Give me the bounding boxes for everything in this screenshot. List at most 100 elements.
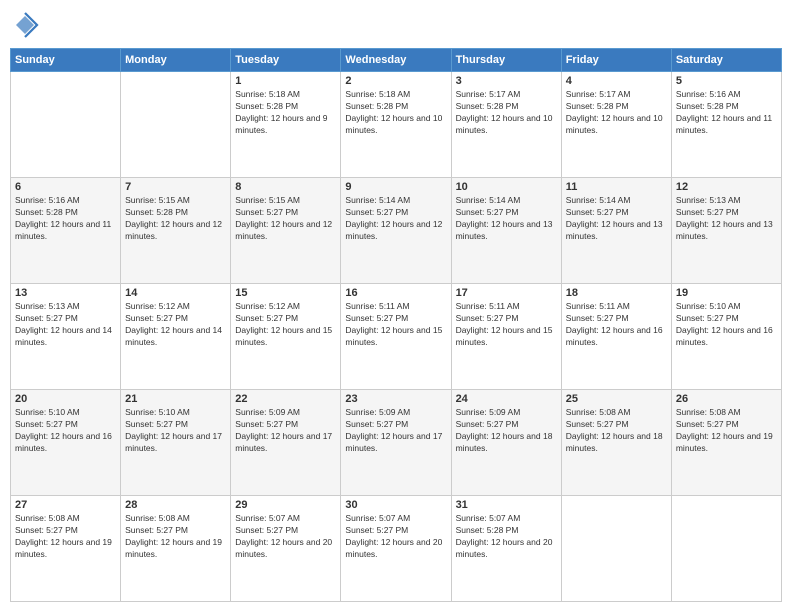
day-info: Sunrise: 5:11 AM Sunset: 5:27 PM Dayligh… [566, 301, 667, 349]
day-info: Sunrise: 5:07 AM Sunset: 5:28 PM Dayligh… [456, 513, 557, 561]
sunset-text: Sunset: 5:27 PM [125, 313, 226, 325]
day-info: Sunrise: 5:10 AM Sunset: 5:27 PM Dayligh… [676, 301, 777, 349]
calendar-cell: 8 Sunrise: 5:15 AM Sunset: 5:27 PM Dayli… [231, 178, 341, 284]
daylight-text: Daylight: 12 hours and 17 minutes. [345, 431, 446, 455]
day-number: 9 [345, 181, 446, 193]
calendar-cell: 20 Sunrise: 5:10 AM Sunset: 5:27 PM Dayl… [11, 390, 121, 496]
sunset-text: Sunset: 5:28 PM [15, 207, 116, 219]
daylight-text: Daylight: 12 hours and 17 minutes. [125, 431, 226, 455]
sunrise-text: Sunrise: 5:18 AM [235, 89, 336, 101]
daylight-text: Daylight: 12 hours and 15 minutes. [456, 325, 557, 349]
daylight-text: Daylight: 12 hours and 12 minutes. [125, 219, 226, 243]
day-number: 22 [235, 393, 336, 405]
daylight-text: Daylight: 12 hours and 13 minutes. [676, 219, 777, 243]
day-number: 19 [676, 287, 777, 299]
sunrise-text: Sunrise: 5:13 AM [15, 301, 116, 313]
day-number: 2 [345, 75, 446, 87]
day-number: 13 [15, 287, 116, 299]
daylight-text: Daylight: 12 hours and 10 minutes. [345, 113, 446, 137]
day-info: Sunrise: 5:08 AM Sunset: 5:27 PM Dayligh… [15, 513, 116, 561]
calendar-cell: 2 Sunrise: 5:18 AM Sunset: 5:28 PM Dayli… [341, 72, 451, 178]
sunrise-text: Sunrise: 5:10 AM [676, 301, 777, 313]
day-number: 15 [235, 287, 336, 299]
day-info: Sunrise: 5:09 AM Sunset: 5:27 PM Dayligh… [345, 407, 446, 455]
calendar-cell: 14 Sunrise: 5:12 AM Sunset: 5:27 PM Dayl… [121, 284, 231, 390]
day-info: Sunrise: 5:10 AM Sunset: 5:27 PM Dayligh… [125, 407, 226, 455]
sunset-text: Sunset: 5:28 PM [235, 101, 336, 113]
sunrise-text: Sunrise: 5:08 AM [125, 513, 226, 525]
day-info: Sunrise: 5:12 AM Sunset: 5:27 PM Dayligh… [125, 301, 226, 349]
day-number: 4 [566, 75, 667, 87]
day-number: 30 [345, 499, 446, 511]
day-info: Sunrise: 5:09 AM Sunset: 5:27 PM Dayligh… [456, 407, 557, 455]
sunrise-text: Sunrise: 5:15 AM [125, 195, 226, 207]
day-number: 24 [456, 393, 557, 405]
weekday-friday: Friday [561, 49, 671, 72]
sunrise-text: Sunrise: 5:17 AM [456, 89, 557, 101]
day-number: 14 [125, 287, 226, 299]
sunset-text: Sunset: 5:28 PM [566, 101, 667, 113]
sunrise-text: Sunrise: 5:12 AM [235, 301, 336, 313]
calendar-cell [11, 72, 121, 178]
daylight-text: Daylight: 12 hours and 20 minutes. [235, 537, 336, 561]
day-number: 1 [235, 75, 336, 87]
day-info: Sunrise: 5:15 AM Sunset: 5:28 PM Dayligh… [125, 195, 226, 243]
daylight-text: Daylight: 12 hours and 10 minutes. [566, 113, 667, 137]
weekday-sunday: Sunday [11, 49, 121, 72]
day-info: Sunrise: 5:18 AM Sunset: 5:28 PM Dayligh… [345, 89, 446, 137]
weekday-thursday: Thursday [451, 49, 561, 72]
weekday-header-row: SundayMondayTuesdayWednesdayThursdayFrid… [11, 49, 782, 72]
day-number: 21 [125, 393, 226, 405]
sunrise-text: Sunrise: 5:08 AM [566, 407, 667, 419]
day-number: 28 [125, 499, 226, 511]
weekday-saturday: Saturday [671, 49, 781, 72]
weekday-monday: Monday [121, 49, 231, 72]
sunrise-text: Sunrise: 5:11 AM [345, 301, 446, 313]
week-row-3: 13 Sunrise: 5:13 AM Sunset: 5:27 PM Dayl… [11, 284, 782, 390]
daylight-text: Daylight: 12 hours and 19 minutes. [15, 537, 116, 561]
sunset-text: Sunset: 5:28 PM [125, 207, 226, 219]
calendar-cell: 21 Sunrise: 5:10 AM Sunset: 5:27 PM Dayl… [121, 390, 231, 496]
daylight-text: Daylight: 12 hours and 19 minutes. [676, 431, 777, 455]
day-info: Sunrise: 5:17 AM Sunset: 5:28 PM Dayligh… [566, 89, 667, 137]
sunrise-text: Sunrise: 5:07 AM [456, 513, 557, 525]
calendar-cell: 28 Sunrise: 5:08 AM Sunset: 5:27 PM Dayl… [121, 496, 231, 602]
daylight-text: Daylight: 12 hours and 13 minutes. [456, 219, 557, 243]
calendar-cell: 15 Sunrise: 5:12 AM Sunset: 5:27 PM Dayl… [231, 284, 341, 390]
sunrise-text: Sunrise: 5:12 AM [125, 301, 226, 313]
sunrise-text: Sunrise: 5:14 AM [456, 195, 557, 207]
week-row-5: 27 Sunrise: 5:08 AM Sunset: 5:27 PM Dayl… [11, 496, 782, 602]
day-info: Sunrise: 5:13 AM Sunset: 5:27 PM Dayligh… [676, 195, 777, 243]
sunset-text: Sunset: 5:27 PM [235, 207, 336, 219]
day-info: Sunrise: 5:10 AM Sunset: 5:27 PM Dayligh… [15, 407, 116, 455]
calendar-cell: 18 Sunrise: 5:11 AM Sunset: 5:27 PM Dayl… [561, 284, 671, 390]
day-number: 3 [456, 75, 557, 87]
calendar-cell: 26 Sunrise: 5:08 AM Sunset: 5:27 PM Dayl… [671, 390, 781, 496]
sunrise-text: Sunrise: 5:10 AM [15, 407, 116, 419]
day-info: Sunrise: 5:12 AM Sunset: 5:27 PM Dayligh… [235, 301, 336, 349]
calendar-cell: 17 Sunrise: 5:11 AM Sunset: 5:27 PM Dayl… [451, 284, 561, 390]
day-number: 26 [676, 393, 777, 405]
day-number: 31 [456, 499, 557, 511]
daylight-text: Daylight: 12 hours and 11 minutes. [676, 113, 777, 137]
day-number: 18 [566, 287, 667, 299]
day-info: Sunrise: 5:14 AM Sunset: 5:27 PM Dayligh… [345, 195, 446, 243]
daylight-text: Daylight: 12 hours and 15 minutes. [345, 325, 446, 349]
daylight-text: Daylight: 12 hours and 19 minutes. [125, 537, 226, 561]
sunrise-text: Sunrise: 5:16 AM [676, 89, 777, 101]
calendar-cell: 9 Sunrise: 5:14 AM Sunset: 5:27 PM Dayli… [341, 178, 451, 284]
day-info: Sunrise: 5:07 AM Sunset: 5:27 PM Dayligh… [345, 513, 446, 561]
daylight-text: Daylight: 12 hours and 12 minutes. [345, 219, 446, 243]
sunset-text: Sunset: 5:27 PM [676, 207, 777, 219]
sunrise-text: Sunrise: 5:11 AM [566, 301, 667, 313]
sunset-text: Sunset: 5:27 PM [235, 419, 336, 431]
daylight-text: Daylight: 12 hours and 16 minutes. [15, 431, 116, 455]
sunrise-text: Sunrise: 5:08 AM [676, 407, 777, 419]
week-row-1: 1 Sunrise: 5:18 AM Sunset: 5:28 PM Dayli… [11, 72, 782, 178]
day-info: Sunrise: 5:09 AM Sunset: 5:27 PM Dayligh… [235, 407, 336, 455]
sunset-text: Sunset: 5:27 PM [566, 313, 667, 325]
day-number: 5 [676, 75, 777, 87]
day-number: 25 [566, 393, 667, 405]
daylight-text: Daylight: 12 hours and 16 minutes. [566, 325, 667, 349]
calendar-cell: 6 Sunrise: 5:16 AM Sunset: 5:28 PM Dayli… [11, 178, 121, 284]
